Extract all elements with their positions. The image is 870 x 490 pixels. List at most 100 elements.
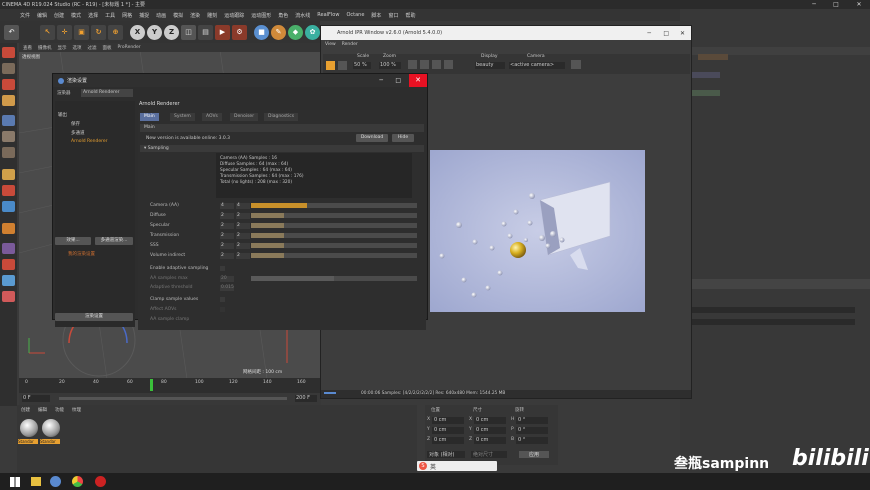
snapshot-icon[interactable] <box>571 60 581 69</box>
sample-value-field[interactable]: 2 <box>220 232 234 239</box>
chrome-icon[interactable] <box>72 476 83 487</box>
tab-diagnostics[interactable]: Diagnostics <box>264 113 299 121</box>
sample-slider[interactable] <box>251 253 417 258</box>
sample-value-field[interactable]: 2 <box>220 252 234 259</box>
threshold-field[interactable]: 0.015 <box>220 284 234 291</box>
menu-item[interactable]: 运动图形 <box>251 12 271 19</box>
close-button[interactable]: ✕ <box>851 0 867 9</box>
object-row-3[interactable] <box>690 90 720 96</box>
menu-item[interactable]: 捕捉 <box>139 12 149 19</box>
snap-icon[interactable] <box>2 185 15 196</box>
rs-item-output[interactable]: 输出 <box>58 112 67 118</box>
viewport-menu-item[interactable]: 查看 <box>23 45 32 51</box>
coord-value-field[interactable]: 0 cm <box>432 427 464 434</box>
rs-maximize-button[interactable]: □ <box>395 77 401 84</box>
minimize-button[interactable]: ─ <box>806 0 822 9</box>
menu-item[interactable]: 工具 <box>105 12 115 19</box>
octane-icon[interactable] <box>2 275 15 286</box>
ipr-close-button[interactable]: ✕ <box>680 30 685 37</box>
record-icon[interactable] <box>95 476 106 487</box>
axis-mode-icon[interactable] <box>2 169 15 180</box>
scale-field[interactable]: 50 % <box>353 62 371 69</box>
render-icon[interactable]: ▶ <box>215 25 230 40</box>
sample-slider[interactable] <box>251 213 417 218</box>
viewport-menu-item[interactable]: 过滤 <box>88 45 97 51</box>
sample-stepper[interactable]: 2 <box>236 232 250 239</box>
menu-item[interactable]: 动画 <box>156 12 166 19</box>
menu-item[interactable]: RealFlow <box>317 12 339 18</box>
viewport-menu-item[interactable]: 选项 <box>73 45 82 51</box>
sample-slider[interactable] <box>251 243 417 248</box>
polygons-mode-icon[interactable] <box>2 147 15 158</box>
ipr-maximize-button[interactable]: □ <box>663 30 669 37</box>
tab-denoiser[interactable]: Denoiser <box>230 113 259 121</box>
x-axis-icon[interactable]: X <box>130 25 145 40</box>
attribute-field-2[interactable] <box>690 319 855 325</box>
render-settings-button[interactable]: 渲染设置 <box>55 313 133 321</box>
ipr-compare-icon[interactable] <box>444 60 453 69</box>
undo-icon[interactable]: ↶ <box>4 25 19 40</box>
deformer-icon[interactable] <box>2 259 15 270</box>
timeline[interactable]: 0 20 40 60 80 100 120 140 160 <box>19 378 321 393</box>
display-select[interactable]: beauty <box>475 62 505 69</box>
viewport-menu-item[interactable]: 摄像机 <box>38 45 52 51</box>
select-icon[interactable]: ↖ <box>40 25 55 40</box>
adaptive-checkbox[interactable] <box>220 266 225 271</box>
coord-value-field[interactable]: 0 cm <box>432 437 464 444</box>
frame-range-slider[interactable] <box>59 397 287 400</box>
frame-end-field[interactable]: 200 F <box>295 395 317 402</box>
sample-slider[interactable] <box>251 233 417 238</box>
viewport-menu-item[interactable]: ProRender <box>118 45 141 50</box>
ime-logo-icon[interactable]: S <box>419 462 427 470</box>
clamp-checkbox[interactable] <box>220 297 225 302</box>
menu-item[interactable]: 窗口 <box>388 12 398 19</box>
scale-icon[interactable]: ▣ <box>74 25 89 40</box>
model-mode-icon[interactable] <box>2 63 15 74</box>
ipr-crop-icon[interactable] <box>420 60 429 69</box>
sample-slider[interactable] <box>251 203 417 208</box>
material-menu-item[interactable]: 功能 <box>55 407 64 413</box>
ipr-lock-icon[interactable] <box>432 60 441 69</box>
sample-stepper[interactable]: 4 <box>236 202 250 209</box>
solo-icon[interactable] <box>2 201 15 212</box>
c4d-taskbar-icon[interactable] <box>50 476 61 487</box>
object-row-2[interactable] <box>690 72 720 78</box>
rs-item-multipass[interactable]: 多通道 <box>71 130 85 136</box>
sample-stepper[interactable]: 2 <box>236 252 250 259</box>
rs-minimize-button[interactable]: ─ <box>379 77 383 84</box>
multipass-button[interactable]: 多通道渲染... <box>95 237 133 245</box>
menu-item[interactable]: 脚本 <box>371 12 381 19</box>
rs-item-save[interactable]: 保存 <box>71 121 80 127</box>
attribute-field-1[interactable] <box>690 307 855 313</box>
coord-value-field[interactable]: 0 cm <box>474 417 506 424</box>
sample-slider[interactable] <box>251 223 417 228</box>
cloner-icon[interactable]: ✿ <box>305 25 320 40</box>
coord-value-field[interactable]: 0 ° <box>516 427 548 434</box>
sample-value-field[interactable]: 2 <box>220 242 234 249</box>
rs-item-arnold[interactable]: Arnold Renderer <box>71 139 108 144</box>
viewport-menu-item[interactable]: 面板 <box>103 45 112 51</box>
menu-item[interactable]: Octane <box>346 12 364 18</box>
workplane-icon[interactable] <box>2 95 15 106</box>
aa-max-field[interactable]: 20 <box>220 275 234 282</box>
material-menu-item[interactable]: 编辑 <box>38 407 47 413</box>
ime-language-button[interactable]: 英 <box>430 462 436 471</box>
start-icon[interactable] <box>10 477 20 487</box>
move-icon[interactable]: ✛ <box>57 25 72 40</box>
sphere-icon[interactable] <box>2 291 15 302</box>
texture-mode-icon[interactable] <box>2 79 15 90</box>
renderer-select[interactable]: Arnold Renderer <box>81 89 133 97</box>
menu-item[interactable]: 模拟 <box>173 12 183 19</box>
render-settings-icon[interactable]: ⚙ <box>232 25 247 40</box>
download-button[interactable]: Download <box>356 134 388 142</box>
preset-item[interactable]: 我的渲染设置 <box>68 251 95 257</box>
menu-item[interactable]: 文件 <box>20 12 30 19</box>
coord-value-field[interactable]: 0 ° <box>516 417 548 424</box>
menu-item[interactable]: 流水线 <box>295 12 310 19</box>
sample-stepper[interactable]: 2 <box>236 212 250 219</box>
material-ball-1[interactable] <box>20 419 38 437</box>
menu-item[interactable]: 角色 <box>278 12 288 19</box>
lock-icon[interactable] <box>2 243 15 254</box>
coord-value-field[interactable]: 0 cm <box>432 417 464 424</box>
menu-item[interactable]: 网格 <box>122 12 132 19</box>
